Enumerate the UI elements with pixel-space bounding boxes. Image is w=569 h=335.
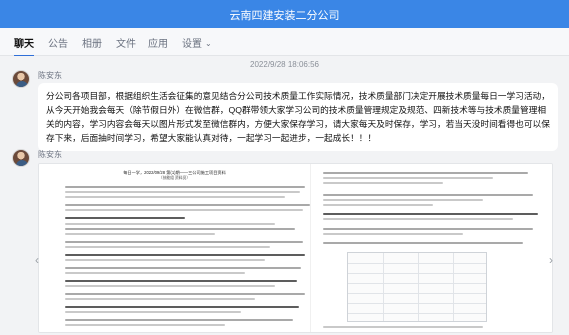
text-line [323, 218, 513, 220]
sender-name: 陈安东 [38, 71, 62, 80]
window-title: 云南四建安装二分公司 [229, 10, 340, 22]
text-line [65, 191, 300, 193]
chevron-down-icon: ⌄ [205, 39, 212, 48]
text-line [65, 254, 305, 257]
table-rule [348, 283, 486, 284]
tab-settings[interactable]: 设置 ⌄ [182, 35, 212, 50]
text-line [323, 199, 483, 201]
text-line [65, 306, 299, 309]
window-title-bar: 云南四建安装二分公司 [0, 0, 569, 28]
text-line [65, 319, 293, 321]
text-line [323, 194, 533, 196]
chat-history[interactable]: 2022/9/28 18:06:56 陈安东 分公司各项目部，根据组织生活会征集… [0, 56, 569, 335]
table-rule [383, 253, 384, 321]
chat-tab-bar: 聊天 公告 相册 文件 应用 设置 ⌄ [0, 28, 569, 57]
text-line [65, 233, 215, 235]
document-page-right [311, 164, 552, 332]
tab-album[interactable]: 相册 [82, 35, 102, 50]
avatar[interactable] [12, 149, 30, 167]
text-line [65, 241, 303, 243]
text-line [323, 182, 443, 184]
message-bubble[interactable]: 分公司各项目部，根据组织生活会征集的意见结合分公司技术质量工作实际情况，技术质量… [38, 83, 558, 151]
text-line [323, 213, 538, 216]
text-line [65, 196, 285, 198]
tab-announcements[interactable]: 公告 [48, 35, 68, 50]
text-line [323, 177, 493, 179]
text-line [323, 228, 533, 230]
sender-name: 陈安东 [38, 150, 62, 159]
text-line [65, 298, 255, 300]
table-rule [348, 293, 486, 294]
text-line [65, 217, 185, 220]
table-rule [418, 253, 419, 321]
text-line [323, 172, 528, 174]
table-rule [348, 303, 486, 304]
tab-settings-label: 设置 [182, 39, 202, 50]
text-line [65, 267, 301, 269]
text-line [65, 293, 305, 295]
text-line [65, 272, 245, 274]
tab-chat[interactable]: 聊天 [14, 35, 34, 57]
chevron-left-icon[interactable]: ‹ [32, 249, 42, 271]
message-text: 分公司各项目部，根据组织生活会征集的意见结合分公司技术质量工作实际情况，技术质量… [46, 91, 550, 143]
document-page-left: 每日一学，2022/09/28 第(1)期——三公司施工项目资料 （技能组 资料… [39, 164, 311, 332]
text-line [65, 285, 275, 287]
document-subtitle: （技能组 资料员） [158, 176, 191, 180]
text-line [323, 233, 463, 235]
table-rule [348, 273, 486, 274]
chevron-right-icon[interactable]: › [546, 249, 556, 271]
text-line [65, 311, 241, 313]
table-rule [348, 313, 486, 314]
text-line [65, 324, 225, 326]
text-line [65, 246, 270, 248]
text-line [65, 228, 295, 230]
text-line [323, 204, 433, 206]
avatar[interactable] [12, 70, 30, 88]
tab-apps[interactable]: 应用 [148, 35, 168, 50]
document-table [347, 252, 487, 322]
text-line [65, 280, 297, 283]
message-timestamp: 2022/9/28 18:06:56 [250, 60, 319, 69]
table-rule [453, 253, 454, 321]
text-line [65, 204, 310, 206]
message-image[interactable]: 每日一学，2022/09/28 第(1)期——三公司施工项目资料 （技能组 资料… [38, 163, 553, 333]
text-line [65, 209, 303, 211]
text-line [323, 326, 483, 328]
text-line [65, 186, 305, 188]
text-line [65, 223, 275, 225]
text-line [323, 242, 523, 244]
tab-files[interactable]: 文件 [116, 35, 136, 50]
table-rule [348, 263, 486, 264]
text-line [65, 259, 265, 261]
